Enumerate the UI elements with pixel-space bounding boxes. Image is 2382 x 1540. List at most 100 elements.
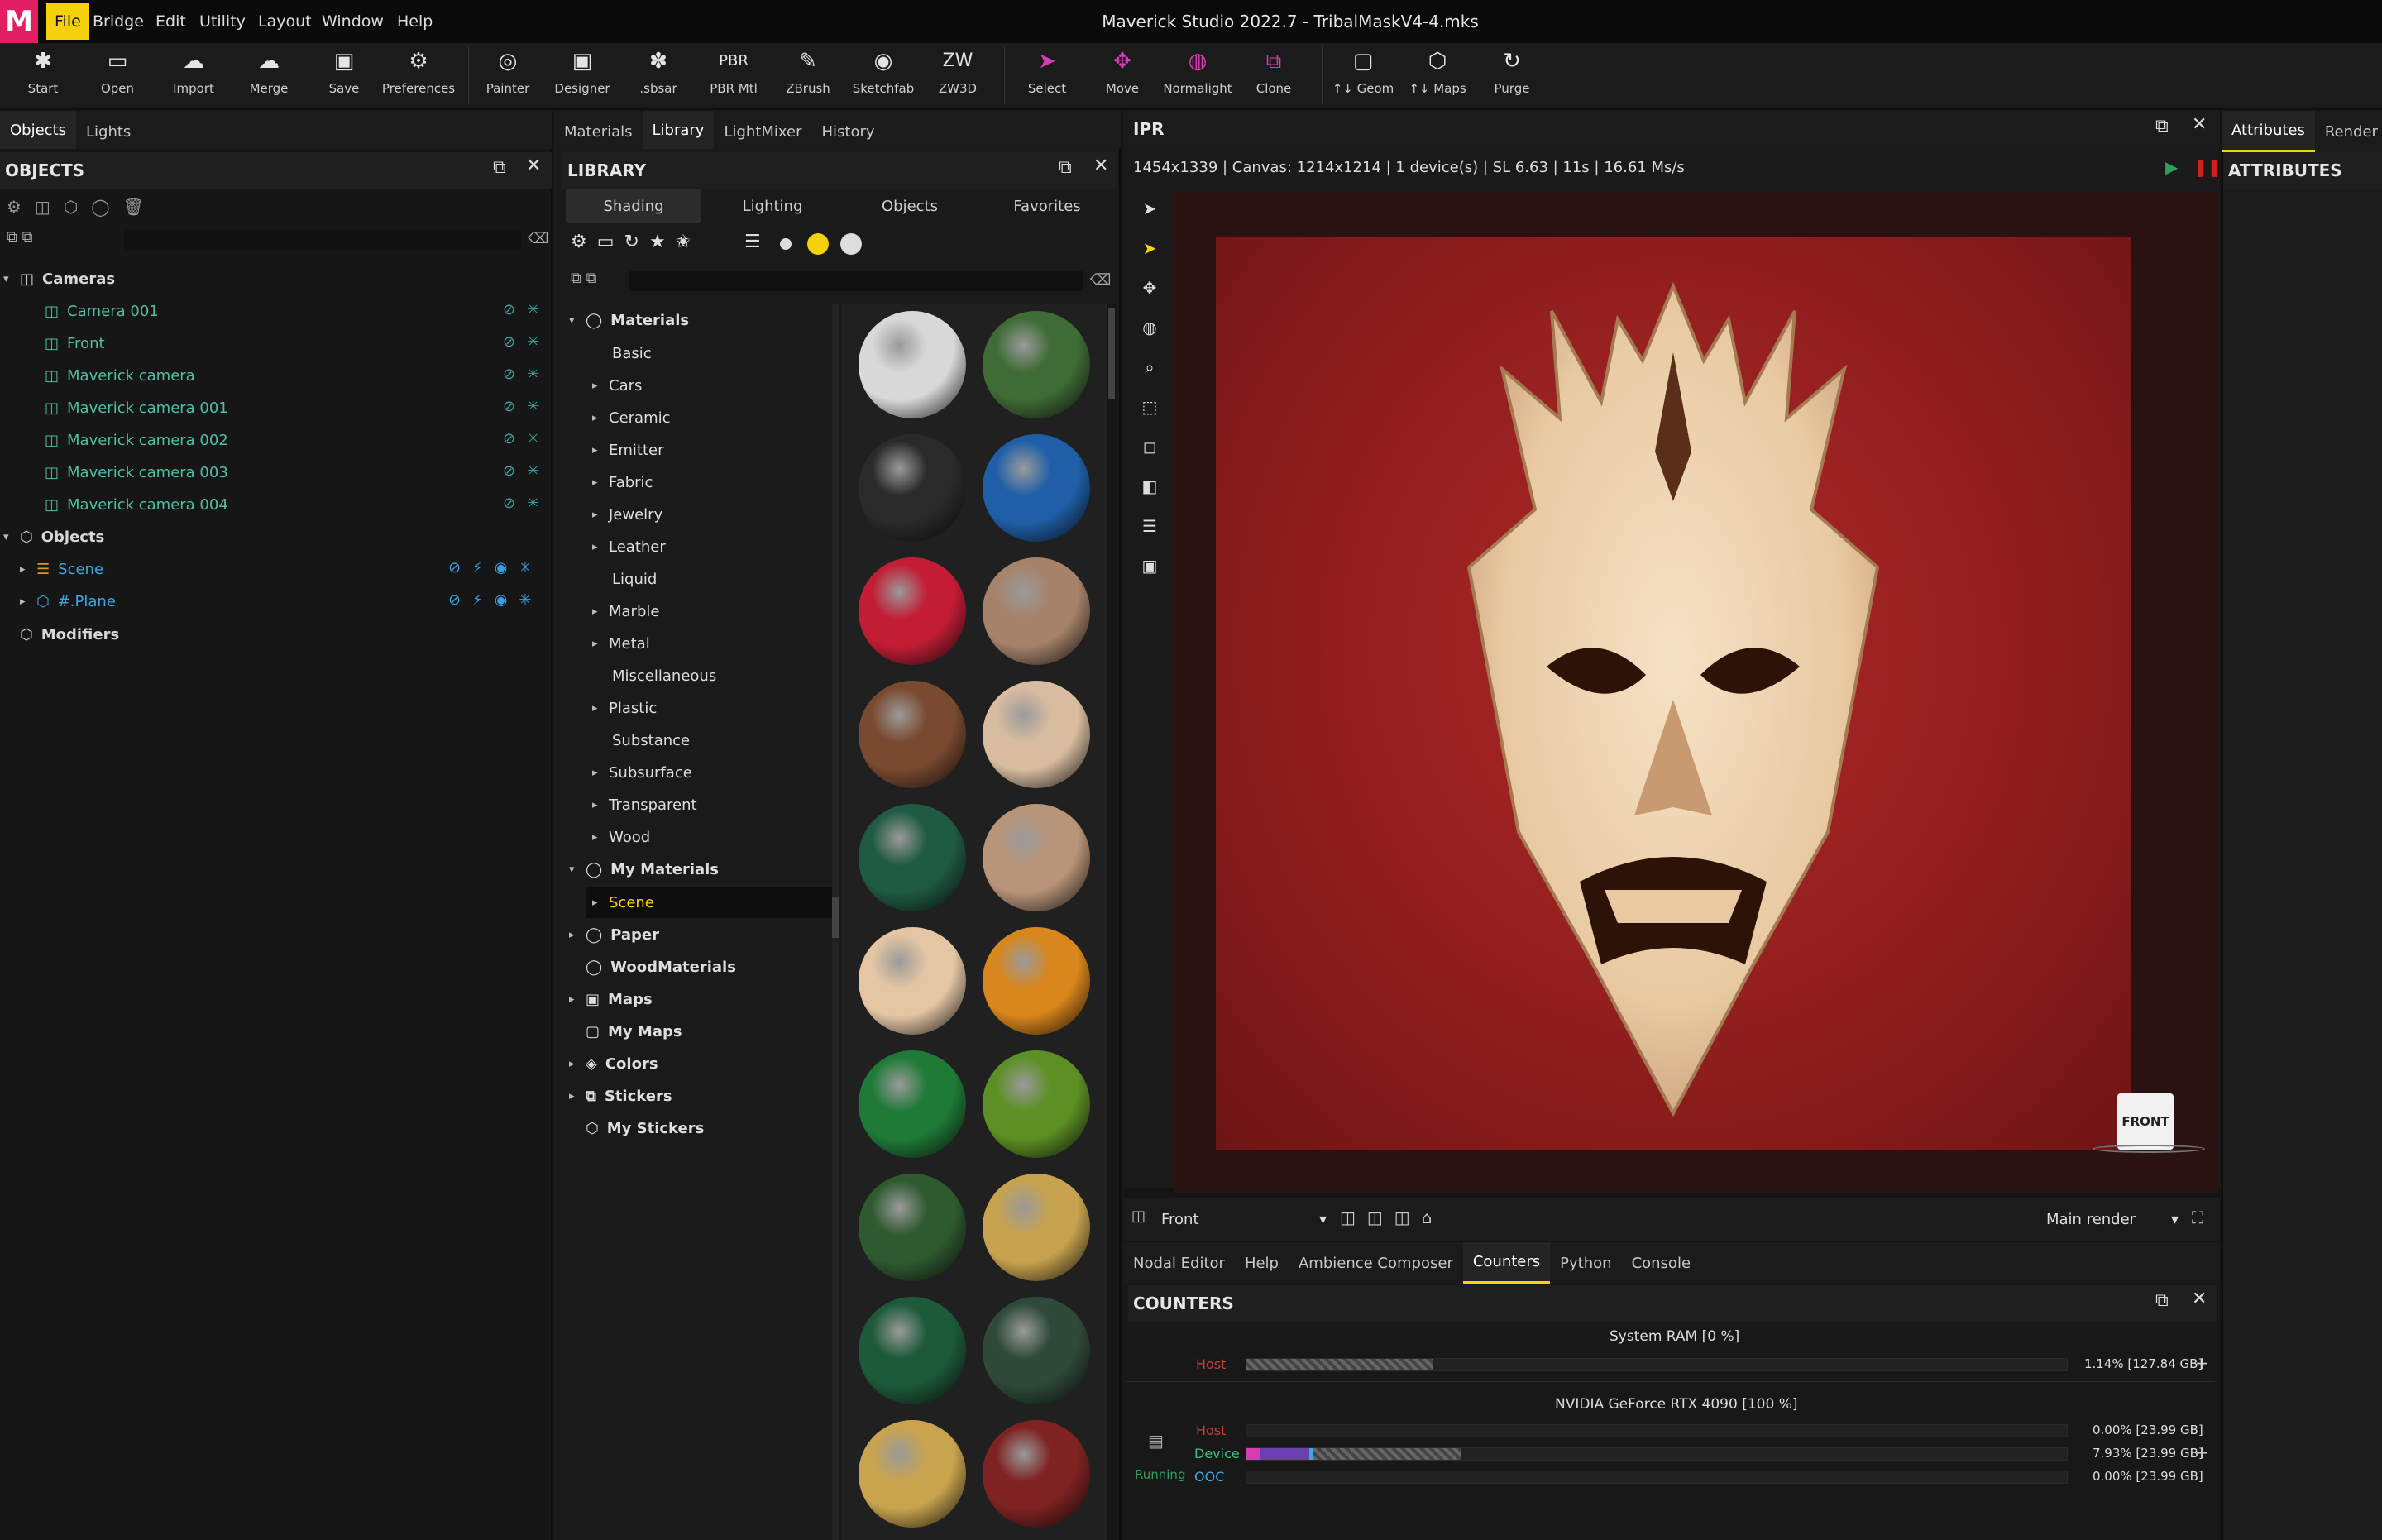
- material-swatch[interactable]: [983, 434, 1090, 542]
- camera-action-icons[interactable]: ◫◫◫⌂: [1340, 1208, 1443, 1227]
- menu-help[interactable]: Help: [397, 0, 433, 43]
- lib-item[interactable]: ▸ Transparent: [592, 789, 697, 820]
- collapse-icon[interactable]: ⧉ ⧉: [571, 270, 596, 287]
- save-button[interactable]: ▣ Save: [308, 45, 380, 108]
- open-button[interactable]: ▭ Open: [81, 45, 154, 108]
- sbsar-button[interactable]: ✽ .sbsar: [622, 45, 695, 108]
- material-swatch[interactable]: [983, 1420, 1090, 1528]
- menu-file[interactable]: File: [46, 3, 89, 40]
- objects-toolbar-icons[interactable]: ⚙◫⬡◯🗑: [7, 197, 157, 217]
- library-toolbar-icons[interactable]: ⚙▭↻★✬: [571, 232, 701, 252]
- visibility-icons[interactable]: ⊘✳: [503, 495, 551, 512]
- play-icon[interactable]: ▶: [2165, 157, 2178, 177]
- undock-icon[interactable]: ⧉: [1059, 157, 1072, 178]
- fullscreen-icon[interactable]: ⛶: [2192, 1208, 2203, 1227]
- large-preview-icon[interactable]: [840, 233, 862, 255]
- plus-icon[interactable]: +: [2195, 1442, 2209, 1462]
- material-swatch[interactable]: [859, 1297, 966, 1404]
- lib-tab-lighting[interactable]: Lighting: [705, 189, 840, 223]
- tab-attributes[interactable]: Attributes: [2222, 111, 2315, 152]
- lib-item[interactable]: ▸ Jewelry: [592, 499, 662, 530]
- tree-camera-item[interactable]: ◫ Maverick camera 001: [45, 392, 228, 423]
- lib-item[interactable]: ▸ Plastic: [592, 692, 657, 724]
- render-select[interactable]: Main render ▾: [2040, 1204, 2185, 1234]
- tab-ambience-composer[interactable]: Ambience Composer: [1289, 1242, 1463, 1284]
- fill-icon[interactable]: ◻: [1143, 437, 1157, 457]
- lib-maps[interactable]: ▸ ▣ Maps: [569, 983, 653, 1015]
- preferences-button[interactable]: ⚙ Preferences: [382, 45, 455, 108]
- material-swatch[interactable]: [983, 681, 1090, 788]
- tab-lightmixer[interactable]: LightMixer: [714, 111, 811, 152]
- lib-item[interactable]: Liquid: [612, 563, 657, 595]
- zbrush-button[interactable]: ✎ ZBrush: [772, 45, 844, 108]
- close-icon[interactable]: ✕: [526, 155, 541, 176]
- swatch-scrollbar[interactable]: [1107, 304, 1117, 1540]
- orbit-tool-icon[interactable]: ◍: [1142, 318, 1156, 337]
- tree-object-plane[interactable]: ▸ ⬡ #.Plane: [20, 586, 116, 617]
- visibility-icons[interactable]: ⊘✳: [503, 301, 551, 318]
- material-swatch[interactable]: [859, 1174, 966, 1281]
- lib-my-stickers[interactable]: ⬡ My Stickers: [586, 1112, 704, 1144]
- visibility-icons[interactable]: ⊘✳: [503, 430, 551, 447]
- material-swatch[interactable]: [983, 557, 1090, 665]
- close-icon[interactable]: ✕: [2192, 1289, 2207, 1309]
- menu-edit[interactable]: Edit: [155, 0, 186, 43]
- snapshot-icon[interactable]: ▣: [1142, 556, 1158, 576]
- material-swatch[interactable]: [983, 1050, 1090, 1158]
- lib-item[interactable]: ▸ Wood: [592, 821, 650, 853]
- lib-item[interactable]: ▸ Marble: [592, 595, 659, 627]
- viewport-left-tools[interactable]: ➤ ➤ ✥ ◍ ⌕ ⬚ ◻ ◧ ☰ ▣: [1133, 198, 1166, 579]
- tree-scrollbar-thumb[interactable]: [832, 897, 839, 938]
- objects-search-input[interactable]: [124, 230, 521, 250]
- visibility-icons[interactable]: ⊘✳: [503, 333, 551, 351]
- lib-stickers[interactable]: ▸ ⧉ Stickers: [569, 1080, 672, 1112]
- medium-preview-icon[interactable]: [807, 233, 829, 255]
- lib-item[interactable]: ▸ Cars: [592, 370, 642, 401]
- zoom-region-icon[interactable]: ⌕: [1145, 357, 1154, 377]
- visibility-icons[interactable]: ⊘✳: [503, 462, 551, 480]
- menu-bridge[interactable]: Bridge: [93, 0, 144, 43]
- lib-item[interactable]: Substance: [612, 725, 690, 756]
- close-icon[interactable]: ✕: [1093, 155, 1108, 176]
- lib-item[interactable]: ▸ Fabric: [592, 466, 653, 498]
- material-swatch[interactable]: [983, 1174, 1090, 1281]
- lib-colors[interactable]: ▸ ◈ Colors: [569, 1048, 658, 1079]
- tree-objects[interactable]: ▾ ⬡ Objects: [3, 521, 104, 552]
- tab-nodal-editor[interactable]: Nodal Editor: [1123, 1242, 1235, 1284]
- lib-woodmaterials[interactable]: ◯ WoodMaterials: [586, 951, 736, 983]
- pause-icon[interactable]: ❚❚: [2193, 157, 2222, 177]
- lib-tab-objects[interactable]: Objects: [842, 189, 978, 223]
- material-swatch[interactable]: [983, 804, 1090, 911]
- tree-modifiers[interactable]: ⬡ Modifiers: [20, 619, 119, 650]
- undock-icon[interactable]: ⧉: [493, 157, 506, 178]
- material-swatch[interactable]: [859, 927, 966, 1035]
- material-swatch[interactable]: [859, 681, 966, 788]
- tab-python[interactable]: Python: [1550, 1242, 1621, 1284]
- start-button[interactable]: ✱ Start: [7, 45, 79, 108]
- lib-materials[interactable]: ▾ ◯ Materials: [569, 304, 689, 336]
- object-state-icons[interactable]: ⊘⚡◉✳: [448, 591, 543, 609]
- tab-lights[interactable]: Lights: [76, 111, 141, 152]
- lib-item[interactable]: ▸ Emitter: [592, 434, 664, 466]
- menu-layout[interactable]: Layout: [258, 0, 312, 43]
- normalight-button[interactable]: ◍ Normalight: [1161, 45, 1234, 108]
- lib-paper[interactable]: ▸ ◯ Paper: [569, 919, 659, 950]
- region-icon[interactable]: ⬚: [1142, 397, 1158, 417]
- material-swatch[interactable]: [859, 1050, 966, 1158]
- menu-utility[interactable]: Utility: [199, 0, 246, 43]
- undock-icon[interactable]: ⧉: [2155, 1290, 2169, 1311]
- small-preview-icon[interactable]: [780, 238, 792, 250]
- clone-button[interactable]: ⧉ Clone: [1237, 45, 1310, 108]
- tab-objects[interactable]: Objects: [0, 111, 77, 152]
- geom-button[interactable]: ▢ ↑↓ Geom: [1327, 45, 1399, 108]
- visibility-icons[interactable]: ⊘✳: [503, 398, 551, 415]
- pick-tool-icon[interactable]: ➤: [1143, 238, 1157, 258]
- list-view-icon[interactable]: ☰: [744, 232, 761, 252]
- swatch-scrollbar-thumb[interactable]: [1108, 308, 1115, 399]
- collapse-icon[interactable]: ⧉ ⧉: [7, 228, 32, 246]
- material-swatch[interactable]: [859, 557, 966, 665]
- tab-history[interactable]: History: [812, 111, 885, 152]
- designer-button[interactable]: ▣ Designer: [546, 45, 619, 108]
- material-swatch[interactable]: [859, 311, 966, 418]
- material-swatch[interactable]: [859, 434, 966, 542]
